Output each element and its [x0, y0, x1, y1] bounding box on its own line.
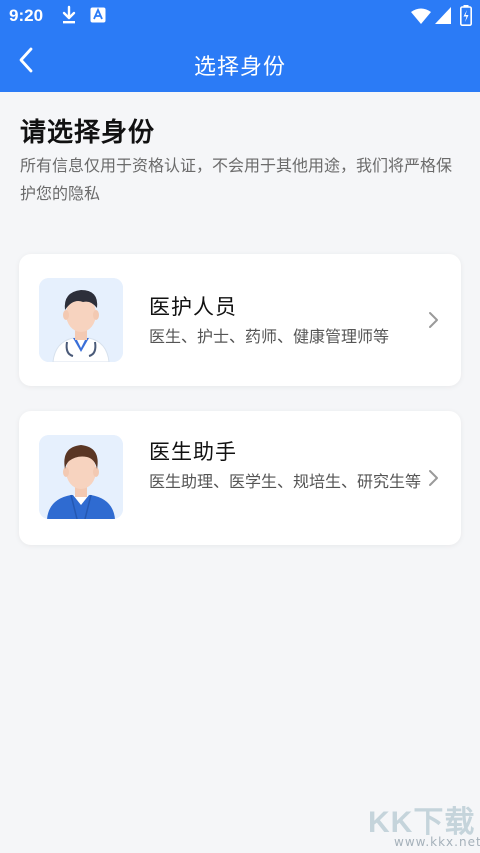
page-description: 所有信息仅用于资格认证，不会用于其他用途，我们将严格保护您的隐私	[20, 156, 453, 203]
doctor-avatar-icon	[39, 278, 123, 362]
option-subtitle: 医生助理、医学生、规培生、研究生等	[149, 472, 422, 491]
page-title: 请选择身份	[20, 118, 156, 148]
header-title: 选择身份	[193, 55, 286, 80]
option-subtitle: 医生、护士、药师、健康管理师等	[149, 327, 390, 346]
download-icon	[60, 5, 78, 29]
app-header: 选择身份	[0, 32, 480, 92]
status-bar: 9:20	[0, 0, 480, 32]
battery-icon	[460, 5, 472, 30]
assistant-avatar-icon	[39, 435, 123, 519]
chevron-right-icon	[425, 310, 441, 330]
identity-option-medical-staff[interactable]: 医护人员 医生、护士、药师、健康管理师等	[19, 254, 461, 386]
option-title: 医生助手	[149, 440, 237, 464]
main-content: 请选择身份 所有信息仅用于资格认证，不会用于其他用途，我们将严格保护您的隐私 医…	[0, 92, 480, 853]
signal-icon	[435, 7, 451, 28]
chevron-right-icon	[425, 468, 441, 488]
option-title: 医护人员	[149, 295, 237, 319]
wifi-icon	[410, 8, 432, 28]
status-time: 9:20	[9, 6, 44, 25]
identity-option-doctor-assistant[interactable]: 医生助手 医生助理、医学生、规培生、研究生等	[19, 411, 461, 545]
watermark-url: www.kkx.net	[394, 835, 480, 849]
watermark-logo: KK下载 www.kkx.net	[360, 795, 480, 851]
app-notification-icon	[90, 7, 106, 27]
